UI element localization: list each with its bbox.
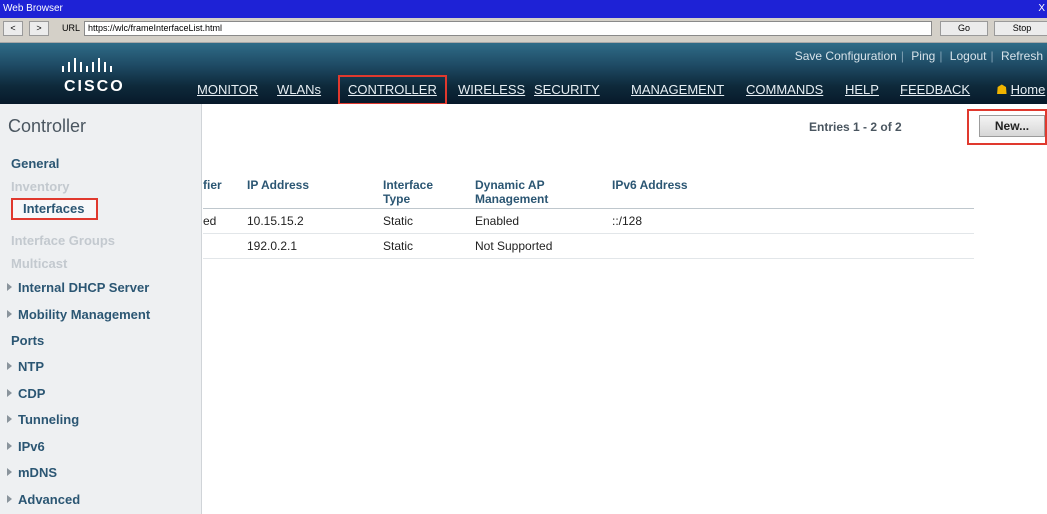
sidebar-item-label: General (11, 156, 60, 171)
expand-arrow-icon (7, 362, 12, 370)
sidebar-item-label: Inventory (11, 179, 70, 194)
col-header-ipv6-address: IPv6 Address (612, 178, 688, 192)
sidebar-item-interfaces[interactable]: Interfaces (11, 198, 99, 220)
sidebar-item-mdns[interactable]: mDNS (7, 465, 57, 480)
browser-title-bar: Web Browser X (0, 0, 1047, 18)
main-nav: MONITOR WLANs CONTROLLER WIRELESS SECURI… (0, 75, 1047, 105)
nav-help[interactable]: HELP (845, 79, 879, 101)
url-input[interactable]: https://wlc/frameInterfaceList.html (84, 21, 932, 36)
sidebar-item-label: mDNS (18, 465, 58, 480)
entries-count: Entries 1 - 2 of 2 (809, 120, 902, 134)
sidebar-item-label: Tunneling (18, 412, 80, 427)
url-label: URL (62, 23, 81, 33)
nav-commands[interactable]: COMMANDS (746, 79, 823, 101)
cisco-header: CISCO Save Configuration | Ping | Logout | … (0, 43, 1047, 105)
sidebar-item-label: Ports (11, 333, 45, 348)
col-header-interface-type: Interface Type (383, 178, 434, 206)
table-header-divider (203, 208, 974, 209)
logout-link[interactable]: Logout (946, 49, 991, 63)
close-icon[interactable]: X (1038, 0, 1045, 18)
forward-button[interactable]: > (29, 21, 49, 36)
nav-wlans[interactable]: WLANs (277, 79, 321, 101)
sidebar-item-label: CDP (18, 386, 46, 401)
sidebar-item-interface-groups[interactable]: Interface Groups (11, 233, 115, 248)
sidebar-item-mobility-management[interactable]: Mobility Management (7, 307, 150, 322)
cell-ip-address: 10.15.15.2 (247, 214, 304, 228)
main-content: Entries 1 - 2 of 2 New... fier IP Addres… (203, 104, 1047, 514)
cell-dynamic-ap-management: Not Supported (475, 239, 553, 253)
sidebar-item-label: Interface Groups (11, 233, 116, 248)
sidebar-item-ntp[interactable]: NTP (7, 359, 44, 374)
nav-wireless[interactable]: WIRELESS (458, 79, 525, 101)
address-bar: < > URL https://wlc/frameInterfaceList.h… (0, 18, 1047, 43)
sidebar-item-cdp[interactable]: CDP (7, 386, 45, 401)
sidebar-title: Controller (8, 116, 87, 136)
sidebar-item-label: Interfaces (11, 198, 99, 220)
row-divider (203, 233, 974, 234)
expand-arrow-icon (7, 310, 12, 318)
nav-management[interactable]: MANAGEMENT (631, 79, 724, 101)
sidebar-item-label: Internal DHCP Server (18, 280, 150, 295)
save-configuration-link[interactable]: Save Configuration (791, 49, 901, 63)
sidebar-item-multicast[interactable]: Multicast (11, 256, 67, 271)
sidebar-item-label: NTP (18, 359, 44, 374)
cisco-logo-bars-icon (62, 58, 112, 72)
new-button[interactable]: New... (979, 115, 1045, 137)
top-links: Save Configuration | Ping | Logout | Refres… (791, 49, 1047, 63)
sidebar-item-label: IPv6 (18, 439, 45, 454)
expand-arrow-icon (7, 442, 12, 450)
sidebar: Controller General Inventory Interfaces … (0, 104, 202, 514)
sidebar-item-label: Advanced (18, 492, 81, 507)
cell-interface-name[interactable]: ed (203, 214, 216, 228)
refresh-link[interactable]: Refresh (997, 49, 1047, 63)
col-header-dynamic-ap-management: Dynamic AP Management (475, 178, 549, 206)
cell-dynamic-ap-management: Enabled (475, 214, 520, 228)
sidebar-item-tunneling[interactable]: Tunneling (7, 412, 79, 427)
stop-button[interactable]: Stop (994, 21, 1047, 36)
sidebar-item-advanced[interactable]: Advanced (7, 492, 80, 507)
sidebar-item-inventory[interactable]: Inventory (11, 179, 70, 194)
sidebar-item-ports[interactable]: Ports (11, 333, 44, 348)
ping-link[interactable]: Ping (907, 49, 939, 63)
sidebar-item-internal-dhcp-server[interactable]: Internal DHCP Server (7, 280, 149, 295)
nav-home-label: Home (1010, 82, 1046, 97)
col-header-interface-name: fier (203, 178, 222, 192)
back-button[interactable]: < (3, 21, 23, 36)
cell-ip-address: 192.0.2.1 (247, 239, 298, 253)
cell-interface-type: Static (383, 214, 414, 228)
nav-feedback[interactable]: FEEDBACK (900, 79, 970, 101)
home-icon: ☗ (996, 82, 1008, 97)
nav-monitor[interactable]: MONITOR (197, 79, 258, 101)
expand-arrow-icon (7, 495, 12, 503)
col-header-ip-address: IP Address (247, 178, 310, 192)
sidebar-item-label: Mobility Management (18, 307, 151, 322)
expand-arrow-icon (7, 283, 12, 291)
cell-ipv6-address: ::/128 (612, 214, 643, 228)
row-divider (203, 258, 974, 259)
nav-security[interactable]: SECURITY (534, 79, 600, 101)
expand-arrow-icon (7, 389, 12, 397)
expand-arrow-icon (7, 415, 12, 423)
cell-interface-type: Static (383, 239, 414, 253)
sidebar-item-ipv6[interactable]: IPv6 (7, 439, 45, 454)
browser-title: Web Browser (3, 3, 63, 14)
nav-controller[interactable]: CONTROLLER (338, 75, 447, 105)
nav-home[interactable]: ☗ Home (996, 79, 1045, 101)
sidebar-item-label: Multicast (11, 256, 68, 271)
go-button[interactable]: Go (940, 21, 988, 36)
sidebar-item-general[interactable]: General (11, 156, 59, 171)
expand-arrow-icon (7, 468, 12, 476)
